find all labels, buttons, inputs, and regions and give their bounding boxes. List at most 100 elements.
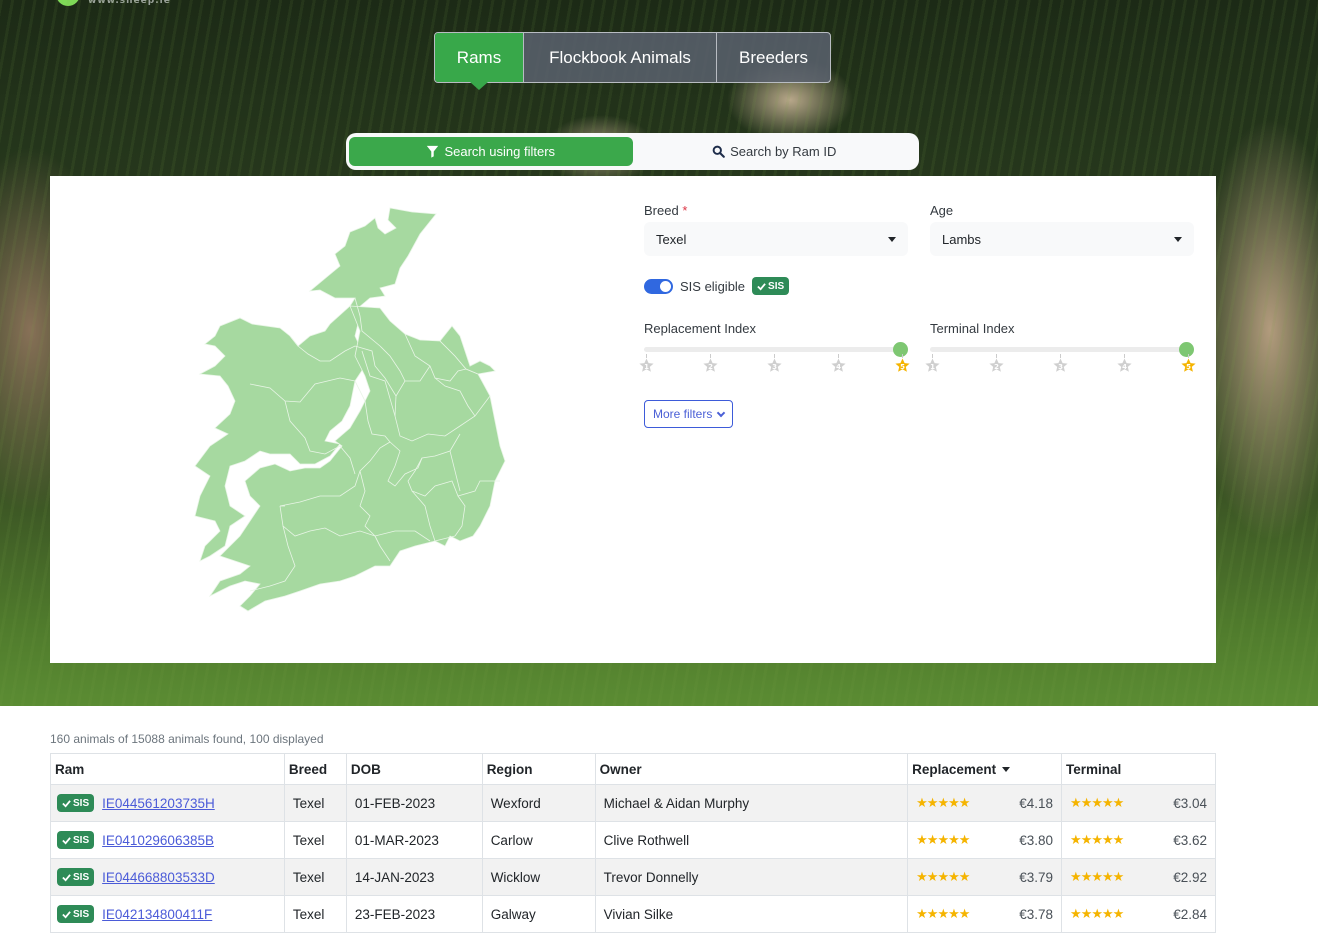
replacement-value: €3.78: [1019, 906, 1054, 922]
check-icon: [757, 282, 766, 291]
star-rating-icon: ★★★★★: [1070, 869, 1124, 884]
ram-id-link[interactable]: IE044668803533D: [102, 870, 215, 885]
replacement-index-label: Replacement Index: [644, 321, 757, 336]
replacement-value: €4.18: [1019, 795, 1054, 811]
cell-owner: Trevor Donnelly: [594, 858, 909, 896]
sis-badge: SIS: [752, 277, 790, 295]
age-label: Age: [930, 203, 954, 218]
terminal-value: €2.92: [1173, 869, 1207, 885]
tick-star-icon[interactable]: 1: [923, 354, 941, 374]
main-tabs: Rams Flockbook Animals Breeders: [434, 32, 831, 90]
table-row[interactable]: SIS IE044668803533D Texel 14-JAN-2023 Wicklo…: [50, 858, 1216, 896]
column-header-dob[interactable]: DOB: [345, 753, 483, 785]
svg-text:3: 3: [1058, 363, 1063, 371]
terminal-value: €3.04: [1173, 795, 1207, 811]
breed-select[interactable]: Texel: [644, 222, 908, 256]
check-icon: [62, 799, 71, 808]
column-header-replacement[interactable]: Replacement: [907, 753, 1063, 785]
search-by-ram-id-label: Search by Ram ID: [730, 144, 837, 159]
map-county-donegal[interactable]: [308, 207, 437, 309]
star-rating-icon: ★★★★★: [916, 795, 970, 810]
cell-ram: SIS IE042134800411F: [50, 895, 285, 933]
terminal-index-track[interactable]: [930, 342, 1194, 357]
check-icon: [62, 910, 71, 919]
star-rating-icon: ★★★★★: [916, 869, 970, 884]
cell-dob: 14-JAN-2023: [345, 858, 483, 896]
age-select[interactable]: Lambs: [930, 222, 1194, 256]
sis-eligible-toggle[interactable]: [644, 278, 673, 294]
star-rating-icon: ★★★★★: [1070, 795, 1124, 810]
caret-down-icon: [888, 236, 896, 242]
cell-terminal: ★★★★★ €3.62: [1061, 821, 1216, 859]
cell-breed: Texel: [283, 821, 347, 859]
cell-region: Carlow: [481, 821, 596, 859]
breed-select-value: Texel: [656, 231, 687, 247]
sis-eligible-row: SIS eligible SIS: [644, 277, 790, 295]
star-rating-icon: ★★★★★: [1070, 832, 1124, 847]
breed-label: Breed *: [644, 203, 688, 218]
cell-region: Wexford: [481, 784, 596, 822]
results-table: Ram Breed DOB Region Owner Replacement T…: [50, 753, 1216, 933]
tick-star-icon[interactable]: 3: [1051, 354, 1069, 374]
tick-star-icon[interactable]: 5: [1179, 354, 1197, 374]
replacement-value: €3.80: [1019, 832, 1054, 848]
sis-badge: SIS: [57, 905, 95, 923]
svg-text:5: 5: [1186, 363, 1191, 371]
table-header-row: Ram Breed DOB Region Owner Replacement T…: [50, 753, 1216, 785]
cell-owner: Michael & Aidan Murphy: [594, 784, 909, 822]
tick-star-icon[interactable]: 3: [765, 354, 783, 374]
svg-text:2: 2: [994, 363, 999, 371]
more-filters-label: More filters: [653, 407, 713, 421]
ram-id-link[interactable]: IE044561203735H: [102, 796, 215, 811]
tab-rams[interactable]: Rams: [435, 33, 524, 90]
tick-star-icon[interactable]: 2: [701, 354, 719, 374]
cell-terminal: ★★★★★ €2.84: [1061, 895, 1216, 933]
more-filters-button[interactable]: More filters: [644, 400, 734, 428]
cell-ram: SIS IE044668803533D: [50, 858, 285, 896]
cell-replacement: ★★★★★ €3.79: [907, 858, 1063, 896]
ram-id-link[interactable]: IE042134800411F: [102, 907, 212, 922]
search-by-ram-id-button[interactable]: Search by Ram ID: [633, 137, 917, 166]
cell-dob: 23-FEB-2023: [345, 895, 483, 933]
required-marker: *: [682, 203, 688, 218]
replacement-index-slider-group: Replacement Index 1 2 3 4 5: [638, 321, 911, 376]
search-using-filters-label: Search using filters: [444, 144, 556, 159]
svg-text:1: 1: [644, 363, 649, 371]
svg-text:5: 5: [900, 363, 905, 371]
search-using-filters-button[interactable]: Search using filters: [349, 137, 633, 166]
table-row[interactable]: SIS IE044561203735H Texel 01-FEB-2023 Wexfor…: [50, 784, 1216, 822]
tick-star-icon[interactable]: 4: [1115, 354, 1133, 374]
sis-badge: SIS: [57, 868, 95, 886]
logo-icon: [56, 0, 80, 6]
tick-star-icon[interactable]: 2: [987, 354, 1005, 374]
cell-breed: Texel: [283, 784, 347, 822]
terminal-index-slider-group: Terminal Index 1 2 3 4 5: [924, 321, 1197, 376]
replacement-index-track[interactable]: [644, 342, 908, 357]
terminal-index-label: Terminal Index: [930, 321, 1015, 336]
column-header-owner[interactable]: Owner: [594, 753, 909, 785]
column-header-ram[interactable]: Ram: [50, 753, 285, 785]
results-summary: 160 animals of 15088 animals found, 100 …: [50, 732, 324, 746]
column-header-region[interactable]: Region: [481, 753, 596, 785]
replacement-value: €3.79: [1019, 869, 1054, 885]
tick-star-icon[interactable]: 5: [893, 354, 911, 374]
column-header-breed[interactable]: Breed: [283, 753, 347, 785]
column-header-terminal[interactable]: Terminal: [1061, 753, 1216, 785]
ram-id-link[interactable]: IE041029606385B: [102, 833, 214, 848]
cell-ram: SIS IE041029606385B: [50, 821, 285, 859]
chevron-down-icon: [717, 408, 726, 417]
tick-star-icon[interactable]: 1: [637, 354, 655, 374]
table-row[interactable]: SIS IE041029606385B Texel 01-MAR-2023 Carlow…: [50, 821, 1216, 859]
tick-star-icon[interactable]: 4: [829, 354, 847, 374]
sis-badge: SIS: [57, 794, 95, 812]
svg-text:2: 2: [708, 363, 713, 371]
logo-url: www.sheep.ie: [88, 0, 171, 6]
search-icon: [712, 145, 725, 158]
tab-flockbook-animals[interactable]: Flockbook Animals: [524, 33, 717, 82]
cell-breed: Texel: [283, 895, 347, 933]
svg-text:1: 1: [930, 363, 935, 371]
tab-breeders[interactable]: Breeders: [717, 33, 830, 82]
svg-text:4: 4: [836, 363, 841, 371]
star-rating-icon: ★★★★★: [916, 906, 970, 921]
table-row[interactable]: SIS IE042134800411F Texel 23-FEB-2023 Galway…: [50, 895, 1216, 933]
